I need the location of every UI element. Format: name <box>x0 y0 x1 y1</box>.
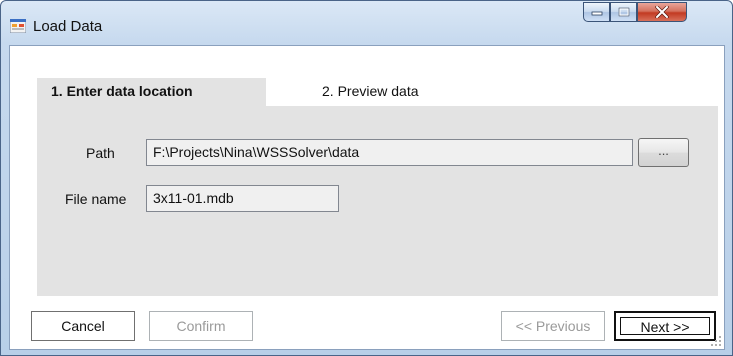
browse-button[interactable]: ... <box>638 138 689 167</box>
window-title: Load Data <box>33 18 103 35</box>
load-data-window: Load Data 1. Enter data location 2. Prev… <box>0 0 733 356</box>
minimize-button[interactable] <box>583 2 610 22</box>
close-icon <box>655 6 669 18</box>
file-name-field[interactable]: 3x11-01.mdb <box>146 185 339 212</box>
path-label: Path <box>86 145 115 161</box>
tab-preview-data[interactable]: 2. Preview data <box>266 78 426 107</box>
file-name-label: File name <box>65 191 127 207</box>
cancel-button[interactable]: Cancel <box>31 311 135 341</box>
next-button[interactable]: Next >> <box>614 311 716 341</box>
path-field[interactable]: F:\Projects\Nina\WSSSolver\data <box>146 139 633 166</box>
tab-panel-data-location <box>37 106 718 296</box>
close-button[interactable] <box>637 2 687 22</box>
previous-button[interactable]: << Previous <box>501 311 605 341</box>
tab-enter-data-location[interactable]: 1. Enter data location <box>37 78 266 107</box>
next-button-label: Next >> <box>620 317 710 335</box>
resize-grip-icon[interactable] <box>711 336 721 346</box>
maximize-icon <box>618 7 629 17</box>
title-bar[interactable]: Load Data <box>1 1 732 45</box>
maximize-button[interactable] <box>610 2 637 22</box>
dialog-client-area: 1. Enter data location 2. Preview data P… <box>9 45 725 350</box>
confirm-button[interactable]: Confirm <box>149 311 253 341</box>
form-app-icon <box>10 19 26 33</box>
minimize-icon <box>591 11 602 16</box>
